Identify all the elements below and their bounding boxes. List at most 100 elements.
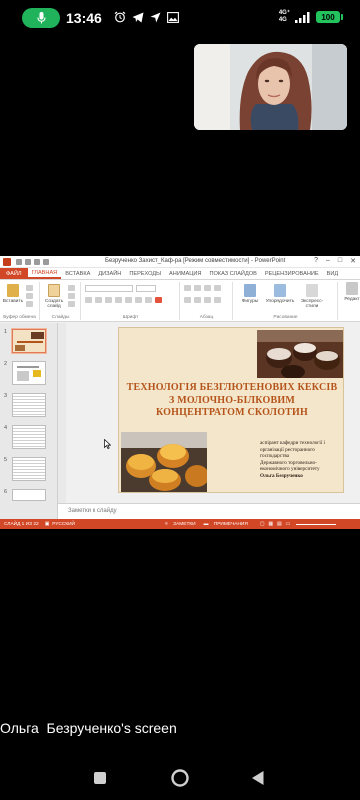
cut-icon[interactable] — [26, 285, 33, 291]
minimize-icon[interactable]: – — [326, 257, 330, 265]
recents-button[interactable] — [88, 766, 112, 790]
author-line: аспірант кафедри технології і — [260, 440, 326, 446]
redo-icon[interactable] — [34, 258, 40, 265]
tab-file[interactable]: ФАЙЛ — [0, 268, 28, 279]
alarm-icon — [114, 11, 126, 23]
group-font: Шрифт — [82, 282, 180, 320]
font-family-dropdown[interactable] — [85, 285, 133, 292]
layout-icon[interactable] — [68, 285, 75, 291]
save-icon[interactable] — [16, 258, 22, 265]
group-label-slides: Слайды — [51, 315, 70, 320]
align-center-icon[interactable] — [194, 297, 201, 303]
author-line: економічного університету — [260, 466, 320, 473]
participant-video-tile[interactable] — [194, 44, 347, 130]
battery-level: 100 — [321, 12, 335, 22]
paste-button[interactable]: Вставить — [2, 284, 24, 304]
quick-access-toolbar — [16, 258, 49, 265]
reset-icon[interactable] — [68, 293, 75, 299]
mic-icon — [36, 12, 46, 24]
meeting-screen: 13:46 4G⁺ 4G 100 Безрученко Захист_Каф-р… — [0, 0, 360, 800]
shapes-button[interactable]: Фигуры — [238, 284, 262, 304]
align-left-icon[interactable] — [184, 297, 191, 303]
underline-icon[interactable] — [105, 297, 112, 303]
indent-icon[interactable] — [204, 285, 211, 291]
align-right-icon[interactable] — [204, 297, 211, 303]
tab-view[interactable]: ВИД — [323, 268, 343, 279]
copy-icon[interactable] — [26, 293, 33, 299]
slide-thumbnail-5[interactable] — [12, 457, 46, 481]
group-label-clipboard: Буфер обмена — [3, 315, 36, 320]
slide-thumbnail-4[interactable] — [12, 425, 46, 449]
thumbnails-scrollbar[interactable] — [58, 323, 66, 503]
navigation-icon — [150, 12, 161, 22]
font-color-icon[interactable] — [155, 297, 162, 303]
home-button[interactable] — [168, 766, 192, 790]
slide-title-line-3: КОНЦЕНТРАТОМ СКОЛОТИН — [155, 407, 309, 418]
paste-icon — [7, 284, 19, 297]
numbering-icon[interactable] — [194, 285, 201, 291]
quick-styles-button[interactable]: Экспресс-стили — [298, 284, 326, 309]
current-slide[interactable]: ТЕХНОЛОГІЯ БЕЗГЛЮТЕНОВИХ КЕКСІВ З МОЛОЧН… — [118, 327, 344, 493]
spacing-icon[interactable] — [135, 297, 142, 303]
status-bar: 13:46 4G⁺ 4G 100 — [0, 0, 360, 38]
back-button[interactable] — [246, 766, 270, 790]
group-paragraph: Абзац — [181, 282, 233, 320]
muffins-photo-bottom — [121, 432, 207, 492]
edit-button[interactable]: Редакт — [340, 282, 360, 302]
case-icon[interactable] — [145, 297, 152, 303]
view-sorter-icon[interactable]: ▦ — [268, 522, 273, 527]
mic-active-indicator[interactable] — [22, 8, 60, 28]
participant-video — [194, 44, 347, 130]
arrange-button[interactable]: Упорядочить — [264, 284, 296, 304]
shadow-icon[interactable] — [125, 297, 132, 303]
tab-home[interactable]: ГЛАВНАЯ — [27, 268, 62, 279]
comments-button[interactable]: ▬ ПРИМЕЧАНИЯ — [204, 522, 248, 527]
slide-thumbnail-6[interactable] — [12, 489, 46, 501]
tab-animation[interactable]: АНИМАЦИЯ — [165, 268, 205, 279]
strikethrough-icon[interactable] — [115, 297, 122, 303]
tab-insert[interactable]: ВСТАВКА — [61, 268, 94, 279]
slide-number: 3 — [4, 393, 8, 399]
group-label-paragraph: Абзац — [199, 315, 214, 320]
view-normal-icon[interactable]: ▢ — [260, 522, 265, 527]
language-indicator[interactable]: РУССКИЙ — [52, 522, 75, 527]
slide-title: ТЕХНОЛОГІЯ БЕЗГЛЮТЕНОВИХ КЕКСІВ З МОЛОЧН… — [125, 382, 339, 420]
ribbon-tabs: ФАЙЛ ГЛАВНАЯ ВСТАВКА ДИЗАЙН ПЕРЕХОДЫ АНИ… — [0, 268, 360, 280]
text-direction-icon[interactable] — [214, 285, 221, 291]
slide-title-line-1: ТЕХНОЛОГІЯ БЕЗГЛЮТЕНОВИХ КЕКСІВ — [126, 382, 338, 393]
slide-thumbnail-1[interactable] — [12, 329, 46, 353]
clock: 13:46 — [66, 10, 102, 26]
tab-review[interactable]: РЕЦЕНЗИРОВАНИЕ — [261, 268, 323, 279]
tab-design[interactable]: ДИЗАЙН — [94, 268, 125, 279]
italic-icon[interactable] — [95, 297, 102, 303]
view-reading-icon[interactable]: ▤ — [277, 522, 282, 527]
section-icon[interactable] — [68, 301, 75, 307]
maximize-icon[interactable]: □ — [338, 257, 342, 265]
muffins-photo-top — [257, 330, 343, 378]
clipboard-small-buttons — [26, 285, 33, 307]
help-icon[interactable]: ? — [314, 257, 318, 265]
tab-slideshow[interactable]: ПОКАЗ СЛАЙДОВ — [205, 268, 260, 279]
format-painter-icon[interactable] — [26, 301, 33, 307]
signal-type-label: 4G⁺ — [278, 10, 290, 16]
view-slideshow-icon[interactable]: ▭ — [285, 522, 290, 527]
justify-icon[interactable] — [214, 297, 221, 303]
new-slide-button[interactable]: Создать слайд — [43, 284, 65, 309]
notes-button[interactable]: ≡ ЗАМЕТКИ — [165, 522, 196, 527]
present-icon[interactable] — [43, 258, 49, 265]
slide-thumbnail-3[interactable] — [12, 393, 46, 417]
window-controls: ? – □ ✕ — [314, 257, 356, 265]
tab-transitions[interactable]: ПЕРЕХОДЫ — [125, 268, 165, 279]
zoom-slider[interactable] — [296, 523, 337, 525]
slide-thumbnail-2[interactable] — [12, 361, 46, 385]
group-clipboard: Вставить Буфер обмена — [0, 282, 40, 320]
bold-icon[interactable] — [85, 297, 92, 303]
group-label-font: Шрифт — [122, 315, 139, 320]
bullets-icon[interactable] — [184, 285, 191, 291]
close-icon[interactable]: ✕ — [350, 257, 356, 265]
font-size-dropdown[interactable] — [136, 285, 156, 292]
slide-thumbnails-pane: 1 2 3 4 5 6 — [0, 323, 58, 519]
slide-notes-field[interactable]: Заметки к слайду — [58, 503, 360, 519]
undo-icon[interactable] — [25, 258, 31, 265]
spellcheck-icon[interactable]: ▣ — [45, 522, 50, 527]
